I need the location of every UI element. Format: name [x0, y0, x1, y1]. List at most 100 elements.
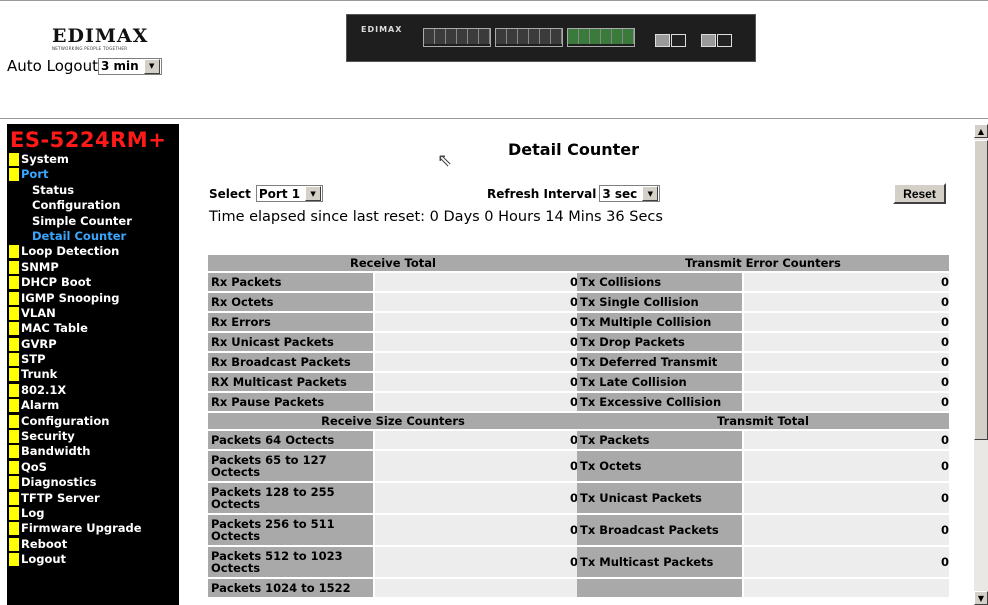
sidebar-item-vlan[interactable]: VLAN — [9, 305, 179, 322]
counter-value: 0 — [744, 293, 949, 311]
sidebar-item-stp[interactable]: STP — [9, 353, 179, 368]
sidebar-item-configuration[interactable]: Configuration — [9, 199, 179, 214]
scroll-down-icon[interactable]: ▼ — [974, 591, 988, 605]
sidebar-item-label: Diagnostics — [21, 475, 97, 490]
counter-name: Tx Unicast Packets — [577, 483, 742, 513]
table-row: Packets 512 to 1023 Octects 0 — [208, 547, 578, 577]
menu-square-icon — [9, 476, 19, 490]
sidebar-item-label: Configuration — [21, 413, 110, 428]
refresh-interval-row: Refresh Interval 3 sec ▼ — [487, 185, 661, 202]
counter-value: 0 — [744, 547, 949, 577]
sidebar-item-detail-counter[interactable]: Detail Counter — [9, 228, 179, 245]
sidebar-item-firmware-upgrade[interactable]: Firmware Upgrade — [9, 522, 179, 537]
table-row: Packets 1024 to 1522 — [208, 579, 578, 597]
counter-name: Packets 65 to 127 Octects — [208, 451, 373, 481]
port-group-1 — [423, 28, 491, 47]
sidebar-item-label: Detail Counter — [32, 228, 127, 243]
sidebar-item-dhcp-boot[interactable]: DHCP Boot — [9, 276, 179, 291]
counter-value: 0 — [375, 273, 578, 291]
sidebar-item-logout[interactable]: Logout — [9, 553, 179, 568]
table-row: Rx Unicast Packets 0 — [208, 333, 578, 351]
counter-value: 0 — [744, 451, 949, 481]
table-row: Tx Octets 0 — [577, 451, 949, 481]
port-select-label: Select — [209, 186, 251, 201]
chevron-down-icon[interactable]: ▼ — [305, 186, 322, 201]
sidebar-item-qos[interactable]: QoS — [9, 460, 179, 476]
sidebar-item-diagnostics[interactable]: Diagnostics — [9, 476, 179, 491]
sidebar-item-label: MAC Table — [21, 321, 88, 336]
table-row: Packets 64 Octects 0 — [208, 431, 578, 449]
counter-name: Tx Octets — [577, 451, 742, 481]
chevron-down-icon[interactable]: ▼ — [143, 58, 160, 74]
sidebar-item-tftp-server[interactable]: TFTP Server — [9, 490, 179, 507]
sidebar-item-status[interactable]: Status — [9, 183, 179, 199]
logo-tagline: NETWORKING PEOPLE TOGETHER — [52, 46, 128, 51]
sidebar-item-label: Log — [21, 505, 45, 520]
sidebar-item-alarm[interactable]: Alarm — [9, 399, 179, 414]
auto-logout-select[interactable]: 3 min ▼ — [97, 57, 162, 75]
counter-name: Tx Deferred Transmit — [577, 353, 742, 371]
reset-button[interactable]: Reset — [893, 183, 946, 204]
port-select[interactable]: Port 1 ▼ — [255, 185, 324, 202]
counter-name: Packets 64 Octects — [208, 431, 373, 449]
menu-square-icon — [9, 414, 19, 428]
sidebar-item-label: Port — [21, 167, 49, 182]
sidebar-item-igmp-snooping[interactable]: IGMP Snooping — [9, 291, 179, 307]
counter-name: Tx Drop Packets — [577, 333, 742, 351]
auto-logout-control: Auto Logout 3 min ▼ — [7, 57, 162, 75]
edimax-logo: EDIMAX NETWORKING PEOPLE TOGETHER — [52, 27, 147, 52]
sidebar-item-label: Logout — [21, 552, 67, 567]
table-row — [577, 579, 949, 597]
sidebar-item-trunk[interactable]: Trunk — [9, 368, 179, 383]
sidebar-item-label: STP — [21, 352, 46, 367]
counter-value: 0 — [744, 393, 949, 411]
menu-square-icon — [9, 399, 19, 413]
transmit-total-header: Transmit Total — [577, 413, 949, 429]
table-row: Rx Errors 0 — [208, 313, 578, 331]
sidebar-item-security[interactable]: Security — [9, 430, 179, 445]
scroll-thumb[interactable] — [974, 140, 988, 440]
sidebar-item-gvrp[interactable]: GVRP — [9, 337, 179, 353]
sidebar-item-configuration[interactable]: Configuration — [9, 413, 179, 430]
counter-name: Packets 1024 to 1522 — [208, 579, 373, 597]
sidebar-item-802-1x[interactable]: 802.1X — [9, 383, 179, 399]
table-row: Rx Octets 0 — [208, 293, 578, 311]
counter-name: Packets 512 to 1023 Octects — [208, 547, 373, 577]
sidebar-item-label: TFTP Server — [21, 490, 100, 505]
counter-name — [577, 579, 742, 597]
table-row: Tx Single Collision 0 — [577, 293, 949, 311]
counter-name: Tx Multicast Packets — [577, 547, 742, 577]
refresh-interval-select[interactable]: 3 sec ▼ — [599, 185, 661, 202]
counter-name: Packets 256 to 511 Octects — [208, 515, 373, 545]
sidebar-item-port[interactable]: Port — [9, 168, 179, 183]
menu-square-icon — [9, 276, 19, 290]
table-row: Rx Broadcast Packets 0 — [208, 353, 578, 371]
counter-value: 0 — [375, 483, 578, 513]
sidebar-item-mac-table[interactable]: MAC Table — [9, 322, 179, 337]
table-row: Tx Unicast Packets 0 — [577, 483, 949, 513]
receive-total-header: Receive Total — [208, 255, 578, 271]
chevron-down-icon[interactable]: ▼ — [642, 186, 659, 201]
counter-value: 0 — [375, 333, 578, 351]
sidebar-item-loop-detection[interactable]: Loop Detection — [9, 245, 179, 260]
menu-square-icon — [9, 168, 19, 182]
sidebar-item-label: VLAN — [21, 305, 56, 320]
sidebar-item-log[interactable]: Log — [9, 505, 179, 522]
menu-square-icon — [9, 553, 19, 567]
table-row: Tx Late Collision 0 — [577, 373, 949, 391]
sidebar-item-label: Simple Counter — [32, 213, 132, 228]
menu-square-icon — [9, 337, 19, 351]
menu-square-icon — [9, 306, 19, 320]
sidebar-item-bandwidth[interactable]: Bandwidth — [9, 445, 179, 460]
scroll-up-icon[interactable]: ▲ — [974, 124, 988, 138]
product-name: ES-5224RM+ — [10, 128, 167, 152]
sidebar-item-system[interactable]: System — [9, 153, 179, 168]
sidebar-item-label: SNMP — [21, 259, 59, 274]
sidebar-item-reboot[interactable]: Reboot — [9, 537, 179, 553]
sidebar-item-snmp[interactable]: SNMP — [9, 259, 179, 276]
vertical-scrollbar[interactable]: ▲ ▼ — [974, 124, 988, 605]
sidebar-item-simple-counter[interactable]: Simple Counter — [9, 213, 179, 230]
menu-square-icon — [9, 430, 19, 444]
transmit-error-header: Transmit Error Counters — [577, 255, 949, 271]
table-row: Packets 128 to 255 Octects 0 — [208, 483, 578, 513]
